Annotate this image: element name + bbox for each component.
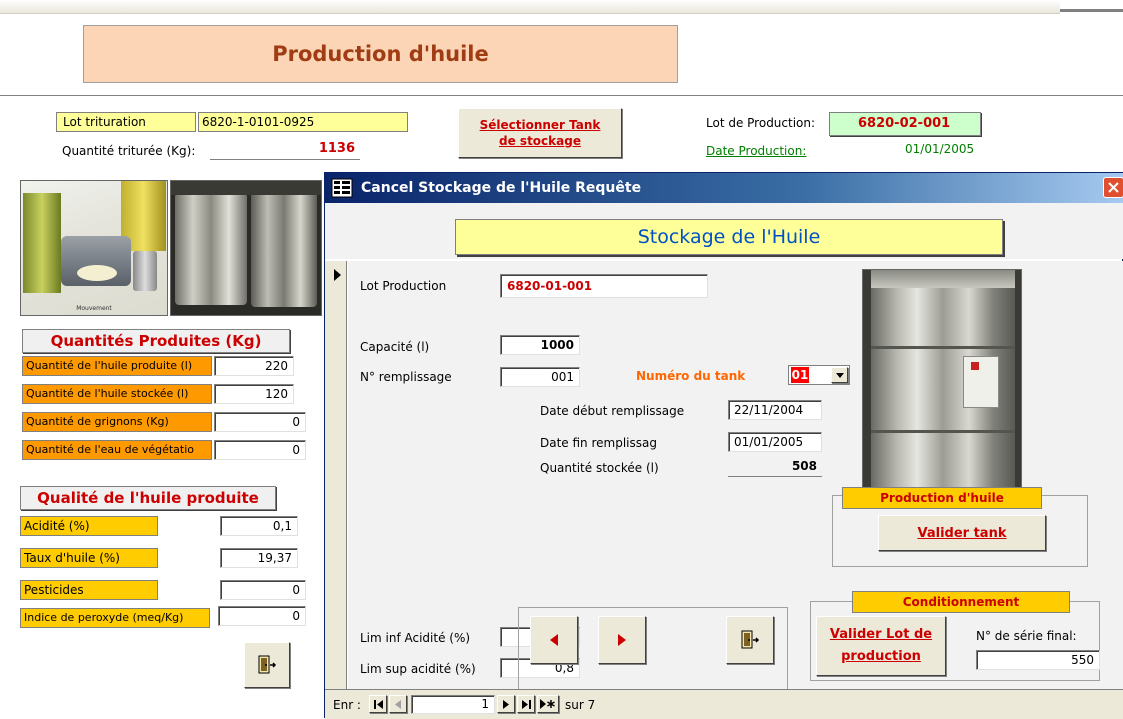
date-debut-label: Date début remplissage (540, 404, 685, 418)
conditionnement-group-title: Conditionnement (852, 591, 1070, 613)
production-group-title: Production d'huile (842, 487, 1042, 509)
exit-form-button[interactable] (244, 642, 290, 688)
quantite-huile-produite-label: Quantité de l'huile produite (l) (22, 356, 212, 376)
lim-inf-label: Lim inf Acidité (%) (360, 631, 471, 645)
taux-huile-field[interactable]: 19,37 (220, 548, 298, 568)
lot-trituration-label: Lot trituration (56, 112, 196, 132)
top-toolbar-strip (0, 0, 1060, 14)
dialog-exit-button[interactable] (726, 616, 774, 664)
form-window-icon (331, 178, 353, 198)
dialog-title: Cancel Stockage de l'Huile Requête (361, 180, 642, 196)
indice-peroxyde-label: Indice de peroxyde (meq/Kg) (20, 608, 210, 628)
last-record-button[interactable] (517, 695, 535, 713)
first-record-icon (373, 699, 383, 709)
close-icon (1108, 182, 1119, 193)
prev-record-icon (395, 699, 401, 709)
numero-tank-dropdown-button[interactable] (831, 367, 848, 383)
date-fin-label: Date fin remplissag (540, 436, 657, 450)
remplissage-field[interactable]: 001 (500, 367, 580, 387)
prev-record-nav-button[interactable] (389, 695, 407, 713)
serie-final-label: N° de série final: (976, 629, 1077, 643)
acidite-label: Acidité (%) (20, 516, 158, 536)
date-fin-field[interactable]: 01/01/2005 (728, 432, 822, 452)
quantite-eau-vegetation-label: Quantité de l'eau de végétatio (22, 440, 212, 460)
exit-door-icon (741, 630, 760, 649)
first-record-button[interactable] (369, 695, 387, 713)
photo-steel-tanks (170, 180, 322, 316)
new-record-icon (540, 699, 555, 709)
chevron-down-icon (835, 372, 844, 378)
remplissage-label: N° remplissage (360, 370, 452, 384)
next-record-button[interactable] (598, 616, 646, 664)
quantite-stockee-label: Quantité stockée (l) (540, 461, 659, 475)
next-record-nav-button[interactable] (497, 695, 515, 713)
lot-trituration-field[interactable]: 6820-1-0101-0925 (198, 112, 408, 132)
current-record-arrow-icon (334, 269, 341, 281)
date-production-label: Date Production: (706, 144, 807, 158)
record-total-label: sur 7 (565, 698, 596, 712)
current-record-field[interactable]: 1 (411, 695, 495, 714)
date-production-value: 01/01/2005 (905, 142, 975, 156)
dialog-close-button[interactable] (1103, 177, 1123, 198)
top-right-line (1060, 9, 1123, 12)
qualite-section-title: Qualité de l'huile produite (20, 486, 276, 510)
record-selector[interactable] (325, 261, 347, 689)
quantite-huile-produite-field[interactable]: 220 (214, 356, 294, 376)
next-record-icon (503, 699, 509, 709)
numero-tank-select[interactable]: 01 (788, 365, 850, 385)
photo-tank (862, 269, 1022, 493)
record-navigation-bar: Enr : 1 sur 7 (325, 689, 1123, 719)
numero-tank-value: 01 (791, 367, 809, 383)
lot-production-detail-label: Lot Production (360, 279, 447, 293)
record-nav-label: Enr : (333, 698, 361, 712)
quantite-eau-vegetation-field[interactable]: 0 (214, 440, 306, 460)
photo-caption: Mouvement (76, 305, 112, 312)
lot-production-detail-field[interactable]: 6820-01-001 (500, 274, 708, 298)
taux-huile-label: Taux d'huile (%) (20, 548, 158, 568)
lot-production-label: Lot de Production: (706, 116, 816, 130)
quantite-grignons-field[interactable]: 0 (214, 412, 306, 432)
valider-lot-label: Valider Lot de production (829, 627, 933, 664)
quantite-grignons-label: Quantité de grignons (Kg) (22, 412, 212, 432)
quantite-stockee-field[interactable]: 508 (728, 457, 822, 477)
exit-door-icon (258, 655, 277, 674)
pesticides-field[interactable]: 0 (220, 580, 306, 600)
header-divider (0, 95, 1123, 96)
valider-tank-button[interactable]: Valider tank (878, 515, 1046, 551)
dialog-title-bar: Cancel Stockage de l'Huile Requête (325, 173, 1123, 203)
dialog-detail: Lot Production 6820-01-001 Capacité (l) … (348, 261, 1123, 689)
dialog-header-area: Stockage de l'Huile (325, 203, 1123, 259)
form-title: Production d'huile (272, 42, 489, 66)
serie-final-field[interactable]: 550 (976, 650, 1100, 670)
valider-lot-button[interactable]: Valider Lot de production (816, 616, 946, 676)
capacite-label: Capacité (l) (360, 340, 430, 354)
arrow-left-icon (550, 634, 558, 646)
valider-tank-label: Valider tank (917, 525, 1007, 541)
indice-peroxyde-field[interactable]: 0 (218, 606, 306, 626)
lot-production-field[interactable]: 6820-02-001 (829, 112, 981, 136)
capacite-field[interactable]: 1000 (500, 335, 580, 355)
dialog-header-title: Stockage de l'Huile (637, 226, 821, 248)
quantites-section-title: Quantités Produites (Kg) (22, 329, 290, 353)
quantite-huile-stockee-field[interactable]: 120 (214, 384, 294, 404)
quantite-trituree-field[interactable]: 1136 (210, 140, 360, 160)
photo-press-equipment: Mouvement (20, 180, 168, 316)
date-debut-field[interactable]: 22/11/2004 (728, 400, 822, 420)
select-tank-button-label: Sélectionner Tank de stockage (479, 118, 601, 148)
stockage-dialog: Cancel Stockage de l'Huile Requête Stock… (324, 172, 1123, 719)
last-record-icon (521, 699, 531, 709)
acidite-field[interactable]: 0,1 (220, 516, 298, 536)
quantite-trituree-label: Quantité triturée (Kg): (62, 144, 196, 158)
quantite-huile-stockee-label: Quantité de l'huile stockée (l) (22, 384, 212, 404)
pesticides-label: Pesticides (20, 580, 158, 600)
previous-record-button[interactable] (530, 616, 578, 664)
arrow-right-icon (618, 634, 626, 646)
lim-sup-label: Lim sup acidité (%) (360, 662, 476, 676)
dialog-header-banner: Stockage de l'Huile (455, 219, 1003, 255)
numero-tank-label: Numéro du tank (636, 369, 746, 383)
select-tank-button[interactable]: Sélectionner Tank de stockage (458, 108, 622, 158)
new-record-button[interactable] (537, 695, 559, 713)
form-title-banner: Production d'huile (83, 25, 678, 83)
